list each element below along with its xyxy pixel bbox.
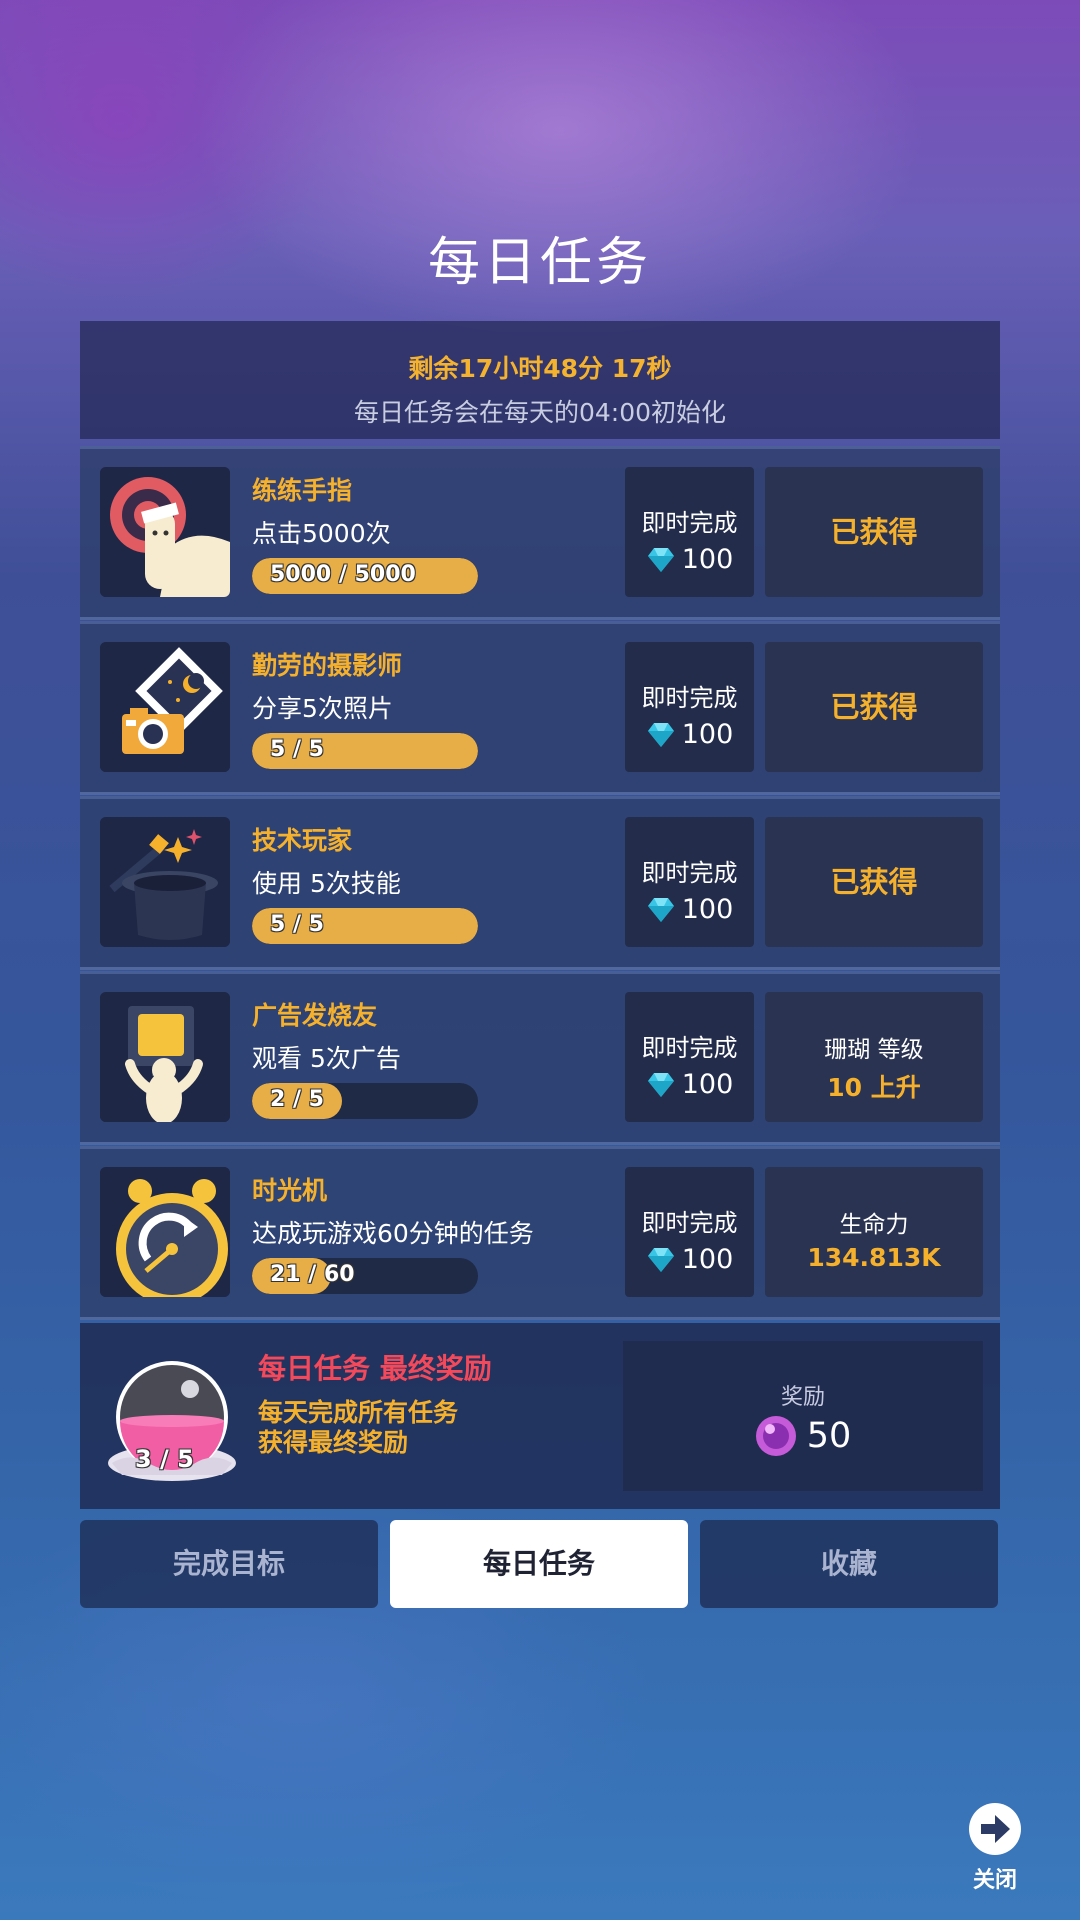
- tab-daily-tasks[interactable]: 每日任务: [390, 1520, 688, 1608]
- countdown-text: 剩余17小时48分 17秒: [408, 354, 672, 383]
- finger-target-icon: [100, 467, 230, 597]
- reward-status: 已获得: [765, 642, 983, 772]
- final-reward-panel: 3 / 5 每日任务 最终奖励 每天完成所有任务 获得最终奖励 奖励 50: [80, 1323, 1000, 1509]
- obtained-label: 已获得: [830, 690, 918, 724]
- alarm-clock-icon: [100, 1167, 230, 1297]
- final-reward-box: 奖励 50: [623, 1341, 983, 1491]
- task-name: 时光机: [252, 1176, 328, 1205]
- obtained-label: 已获得: [830, 515, 918, 549]
- instant-complete-value: 100: [681, 1244, 734, 1275]
- diamond-icon: [647, 547, 674, 572]
- instant-complete-label: 即时完成: [641, 859, 738, 887]
- diamond-icon: [647, 1247, 674, 1272]
- progress-text: 5000 / 5000: [270, 562, 416, 587]
- countdown-header: 剩余17小时48分 17秒 每日任务会在每天的04:00初始化: [80, 321, 1000, 439]
- reward-name: 生命力: [839, 1212, 909, 1238]
- task-name: 勤劳的摄影师: [252, 651, 403, 680]
- diamond-icon: [647, 722, 674, 747]
- instant-complete-label: 即时完成: [641, 1209, 738, 1237]
- instant-complete-value: 100: [681, 544, 734, 575]
- instant-complete-button[interactable]: 即时完成 100: [625, 817, 754, 947]
- instant-complete-value: 100: [681, 719, 734, 750]
- instant-complete-label: 即时完成: [641, 1034, 738, 1062]
- reward-amount: 10 上升: [827, 1073, 921, 1102]
- reward-value: 50: [806, 1416, 852, 1456]
- instant-complete-button[interactable]: 即时完成 100: [625, 1167, 754, 1297]
- progress-text: 5 / 5: [270, 912, 324, 937]
- instant-complete-value: 100: [681, 894, 734, 925]
- task-row: 时光机 达成玩游戏60分钟的任务 21 / 60 即时完成 100 生命力 13…: [80, 1146, 1000, 1320]
- task-row: 广告发烧友 观看 5次广告 2 / 5 即时完成 100 珊瑚 等级 10 上升: [80, 971, 1000, 1145]
- task-description: 观看 5次广告: [252, 1044, 401, 1073]
- task-description: 使用 5次技能: [252, 869, 401, 898]
- progress-text: 2 / 5: [270, 1087, 324, 1112]
- task-progress-bar: 2 / 5: [252, 1083, 478, 1119]
- progress-text: 21 / 60: [270, 1262, 355, 1287]
- task-progress-bar: 5 / 5: [252, 908, 478, 944]
- reward-status: 已获得: [765, 817, 983, 947]
- task-row: 练练手指 点击5000次 5000 / 5000 即时完成 100 已获得: [80, 446, 1000, 620]
- task-name: 技术玩家: [252, 826, 353, 855]
- diamond-icon: [647, 897, 674, 922]
- obtained-label: 已获得: [830, 865, 918, 899]
- final-reward-desc: 获得最终奖励: [258, 1428, 409, 1457]
- task-description: 分享5次照片: [252, 694, 393, 723]
- task-name: 广告发烧友: [252, 1001, 378, 1030]
- final-progress-text: 3 / 5: [135, 1445, 194, 1473]
- task-name: 练练手指: [252, 476, 353, 505]
- reset-note: 每日任务会在每天的04:00初始化: [353, 398, 727, 427]
- close-label[interactable]: 关闭: [962, 1862, 1028, 1894]
- final-reward-title: 每日任务 最终奖励: [258, 1352, 492, 1385]
- task-description: 达成玩游戏60分钟的任务: [252, 1219, 534, 1248]
- reward-status: 已获得: [765, 467, 983, 597]
- progress-text: 5 / 5: [270, 737, 324, 762]
- reward-status: 珊瑚 等级 10 上升: [765, 992, 983, 1122]
- task-progress-bar: 5 / 5: [252, 733, 478, 769]
- instant-complete-value: 100: [681, 1069, 734, 1100]
- instant-complete-label: 即时完成: [641, 684, 738, 712]
- instant-complete-button[interactable]: 即时完成 100: [625, 467, 754, 597]
- tv-ad-icon: [100, 992, 230, 1122]
- diamond-icon: [647, 1072, 674, 1097]
- purple-pearl-icon: [755, 1416, 796, 1456]
- instant-complete-button[interactable]: 即时完成 100: [625, 992, 754, 1122]
- tab-achievements[interactable]: 完成目标: [80, 1520, 378, 1608]
- reward-amount: 134.813K: [807, 1243, 941, 1272]
- instant-complete-label: 即时完成: [641, 509, 738, 537]
- page-title: 每日任务: [427, 233, 652, 293]
- task-progress-bar: 21 / 60: [252, 1258, 478, 1294]
- close-arrow-icon[interactable]: [968, 1802, 1022, 1856]
- instant-complete-button[interactable]: 即时完成 100: [625, 642, 754, 772]
- task-row: 技术玩家 使用 5次技能 5 / 5 即时完成 100 已获得: [80, 796, 1000, 970]
- camera-photo-icon: [100, 642, 230, 772]
- magic-hat-icon: [100, 817, 230, 947]
- task-description: 点击5000次: [252, 519, 391, 548]
- tab-collection[interactable]: 收藏: [700, 1520, 998, 1608]
- task-progress-bar: 5000 / 5000: [252, 558, 478, 594]
- reward-label: 奖励: [780, 1385, 825, 1410]
- reward-name: 珊瑚 等级: [824, 1037, 924, 1063]
- reward-status: 生命力 134.813K: [765, 1167, 983, 1297]
- task-row: 勤劳的摄影师 分享5次照片 5 / 5 即时完成 100 已获得: [80, 621, 1000, 795]
